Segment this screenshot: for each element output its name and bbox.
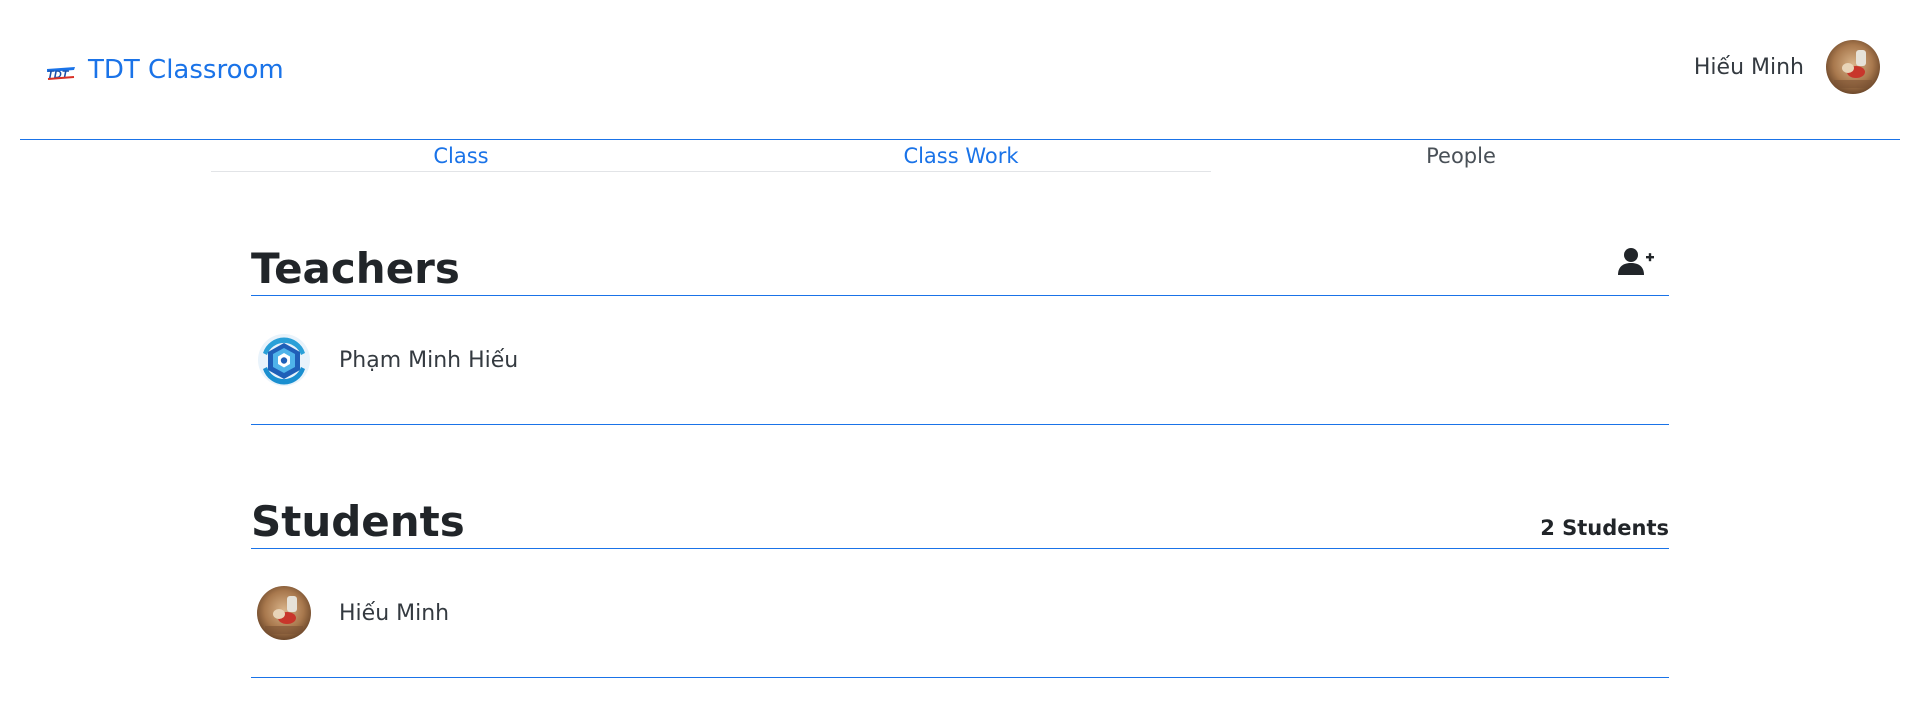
add-person-icon[interactable] [1618, 247, 1654, 277]
tab-class-work[interactable]: Class Work [711, 140, 1211, 172]
tab-class[interactable]: Class [211, 140, 711, 172]
teacher-row[interactable]: Phạm Minh Hiếu [251, 296, 1669, 425]
user-avatar[interactable] [1826, 40, 1880, 94]
app-title: TDT Classroom [88, 55, 284, 85]
students-section: Students 2 Students Hiếu Minh [251, 498, 1669, 678]
student-name: Hiếu Minh [339, 600, 450, 626]
student-row[interactable]: Hiếu Minh [251, 549, 1669, 678]
teacher-name: Phạm Minh Hiếu [339, 347, 519, 373]
students-title: Students [251, 497, 465, 546]
students-count: 2 Students [1540, 516, 1669, 540]
user-menu[interactable]: Hiếu Minh [1694, 40, 1880, 94]
teachers-section: Teachers Phạm Minh Hiếu [251, 245, 1669, 425]
teachers-header: Teachers [251, 245, 1669, 296]
student-avatar [257, 586, 311, 640]
teacher-avatar [257, 333, 311, 387]
tdt-logo-icon: TDT [44, 52, 78, 88]
top-header: TDT TDT Classroom Hiếu Minh [20, 0, 1900, 140]
tab-bar: Class Class Work People [211, 140, 1711, 172]
teachers-title: Teachers [251, 244, 460, 293]
brand-link[interactable]: TDT TDT Classroom [44, 52, 284, 88]
user-name: Hiếu Minh [1693, 54, 1804, 80]
students-header: Students 2 Students [251, 498, 1669, 549]
tab-people[interactable]: People [1211, 140, 1711, 172]
